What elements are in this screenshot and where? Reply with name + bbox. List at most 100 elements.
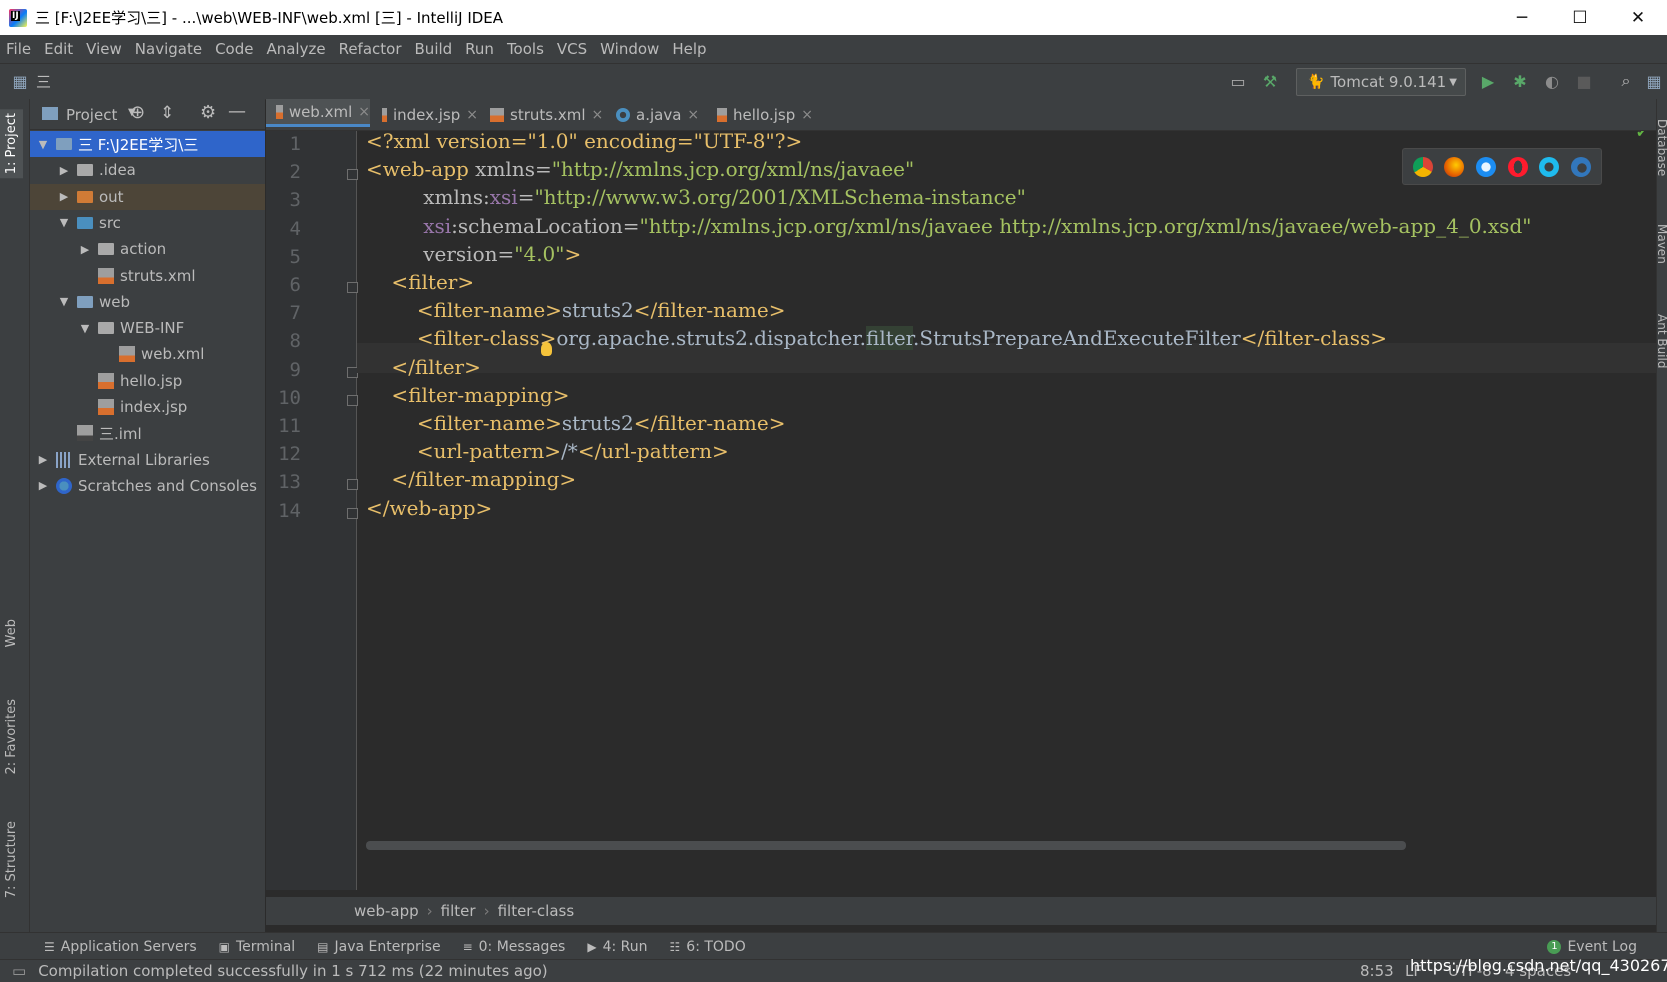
code-line[interactable]: <filter-class>org.apache.struts2.dispatc… xyxy=(366,323,1387,353)
menu-navigate[interactable]: Navigate xyxy=(129,40,209,58)
project-panel-title[interactable]: Project xyxy=(66,106,117,124)
menu-window[interactable]: Window xyxy=(594,40,666,58)
close-tab-icon[interactable]: × xyxy=(466,107,478,123)
breadcrumb-item[interactable]: filter xyxy=(441,902,476,920)
collapse-all-icon[interactable]: ⇕ xyxy=(160,103,174,123)
tab-maven-tool[interactable]: Maven xyxy=(1655,224,1667,264)
code-line[interactable]: xsi:schemaLocation="http://xmlns.jcp.org… xyxy=(366,211,1531,241)
bottom-tool-terminal[interactable]: ▣ Terminal xyxy=(219,939,296,955)
code-line[interactable]: <web-app xmlns="http://xmlns.jcp.org/xml… xyxy=(366,154,914,184)
close-tab-icon[interactable]: × xyxy=(592,107,604,123)
close-window-button[interactable]: ✕ xyxy=(1609,0,1667,35)
expand-arrow-icon[interactable]: ▼ xyxy=(57,295,71,308)
search-icon[interactable]: ⌕ xyxy=(1616,71,1636,91)
tab-database-tool[interactable]: Database xyxy=(1655,119,1667,176)
tree-item[interactable]: ▶ Scratches and Consoles xyxy=(30,473,265,499)
project-name-label[interactable]: 三 xyxy=(36,71,51,92)
fold-marker-icon[interactable] xyxy=(347,507,358,519)
code-editor[interactable]: 1 2 3 4 5 6 7 8 9 10 11 12 13 14 <?xml version="1.0" … xyxy=(266,131,1656,890)
tree-item[interactable]: ▶ External Libraries xyxy=(30,447,265,473)
tab-ant-build-tool[interactable]: Ant Build xyxy=(1655,314,1667,368)
opera-icon[interactable] xyxy=(1507,156,1528,177)
tab-web-tool[interactable]: Web xyxy=(4,619,19,647)
coverage-icon[interactable]: ◐ xyxy=(1542,71,1562,91)
caret-position[interactable]: 8:53 xyxy=(1360,962,1394,980)
fold-marker-icon[interactable] xyxy=(347,394,358,406)
code-line[interactable]: <filter-mapping> xyxy=(366,380,569,410)
menu-code[interactable]: Code xyxy=(209,40,260,58)
expand-arrow-icon[interactable]: ▼ xyxy=(78,322,92,335)
collapse-arrow-icon[interactable]: ▶ xyxy=(36,453,50,466)
edge-icon[interactable] xyxy=(1571,156,1592,177)
minimize-button[interactable]: ─ xyxy=(1493,0,1551,35)
inspection-ok-icon[interactable]: ✔ xyxy=(1636,131,1648,141)
tree-item[interactable]: web.xml xyxy=(30,341,265,367)
tree-item[interactable]: ▶ out xyxy=(30,183,265,210)
maximize-button[interactable]: ☐ xyxy=(1551,0,1609,35)
toggle-tool-windows-icon[interactable]: ▭ xyxy=(12,962,26,980)
lightbulb-icon[interactable] xyxy=(541,342,552,356)
code-line[interactable]: <filter> xyxy=(366,267,474,297)
collapse-arrow-icon[interactable]: ▶ xyxy=(36,479,50,492)
menu-edit[interactable]: Edit xyxy=(38,40,80,58)
tab-web-xml[interactable]: web.xml × xyxy=(266,99,370,127)
tree-item[interactable]: index.jsp xyxy=(30,394,265,420)
menu-build[interactable]: Build xyxy=(409,40,460,58)
code-line[interactable]: <filter-name>struts2</filter-name> xyxy=(366,295,786,325)
tree-item[interactable]: hello.jsp xyxy=(30,368,265,394)
internet-explorer-icon[interactable] xyxy=(1539,156,1560,177)
code-line[interactable]: </filter> xyxy=(366,352,480,382)
tab-index-jsp[interactable]: index.jsp × xyxy=(372,99,478,130)
tree-item[interactable]: ▼ web xyxy=(30,289,265,315)
tree-item[interactable]: struts.xml xyxy=(30,263,265,289)
tree-item[interactable]: ▼ WEB-INF xyxy=(30,315,265,341)
tab-favorites-tool[interactable]: 2: Favorites xyxy=(4,699,19,775)
close-tab-icon[interactable]: × xyxy=(687,107,699,123)
fold-marker-icon[interactable] xyxy=(347,169,358,181)
run-window-icon[interactable]: ▭ xyxy=(1228,71,1248,91)
fold-marker-icon[interactable] xyxy=(347,479,358,491)
menu-tools[interactable]: Tools xyxy=(501,40,551,58)
project-structure-icon[interactable]: ▦ xyxy=(10,71,30,91)
tree-item[interactable]: ▶ .idea xyxy=(30,157,265,183)
run-icon[interactable]: ▶ xyxy=(1478,71,1498,91)
menu-vcs[interactable]: VCS xyxy=(551,40,594,58)
code-line[interactable]: <?xml version="1.0" encoding="UTF-8"?> xyxy=(366,131,802,156)
bottom-tool-application-servers[interactable]: ☰ Application Servers xyxy=(44,939,197,955)
breadcrumb-item[interactable]: filter-class xyxy=(498,902,575,920)
code-line[interactable]: version="4.0"> xyxy=(366,239,581,269)
collapse-arrow-icon[interactable]: ▶ xyxy=(78,243,92,256)
tab-struts-xml[interactable]: struts.xml × xyxy=(480,99,604,130)
bottom-tool-4-run[interactable]: ▶ 4: Run xyxy=(587,939,647,955)
code-line[interactable]: </web-app> xyxy=(366,493,492,523)
tab-hello-jsp[interactable]: hello.jsp × xyxy=(707,99,813,130)
expand-arrow-icon[interactable]: ▼ xyxy=(57,216,71,229)
bottom-tool-6-todo[interactable]: ☷ 6: TODO xyxy=(670,939,746,955)
expand-arrow-icon[interactable]: ▼ xyxy=(36,138,50,151)
tree-item[interactable]: ▼ 三 F:\J2EE学习\三 xyxy=(30,131,265,157)
fold-marker-icon[interactable] xyxy=(347,282,358,293)
tab-project-tool[interactable]: 1: Project xyxy=(0,109,23,179)
tab-structure-tool[interactable]: 7: Structure xyxy=(4,821,19,898)
code-line[interactable]: </filter-mapping> xyxy=(366,464,576,494)
collapse-arrow-icon[interactable]: ▶ xyxy=(57,164,71,177)
menu-file[interactable]: File xyxy=(0,40,38,58)
tab-a-java[interactable]: a.java × xyxy=(606,99,705,130)
menu-run[interactable]: Run xyxy=(459,40,501,58)
close-tab-icon[interactable]: × xyxy=(358,104,370,120)
menu-analyze[interactable]: Analyze xyxy=(260,40,332,58)
tree-item[interactable]: ▶ action xyxy=(30,236,265,262)
code-line[interactable]: xmlns:xsi="http://www.w3.org/2001/XMLSch… xyxy=(366,182,1026,212)
safari-icon[interactable] xyxy=(1476,156,1497,177)
stop-icon[interactable]: ■ xyxy=(1574,71,1594,91)
menu-refactor[interactable]: Refactor xyxy=(333,40,409,58)
firefox-icon[interactable] xyxy=(1444,156,1465,177)
debug-icon[interactable]: ✱ xyxy=(1510,71,1530,91)
code-line[interactable]: <url-pattern>/*</url-pattern> xyxy=(366,436,729,466)
run-configuration-select[interactable]: 🐈 Tomcat 9.0.141 ▼ xyxy=(1296,68,1466,96)
bottom-tool-java-enterprise[interactable]: ▤ Java Enterprise xyxy=(317,939,440,955)
menu-help[interactable]: Help xyxy=(666,40,713,58)
breadcrumb-item[interactable]: web-app xyxy=(354,902,419,920)
gear-icon[interactable]: ⚙ xyxy=(200,102,216,123)
locate-target-icon[interactable]: ⊕ xyxy=(130,102,145,123)
